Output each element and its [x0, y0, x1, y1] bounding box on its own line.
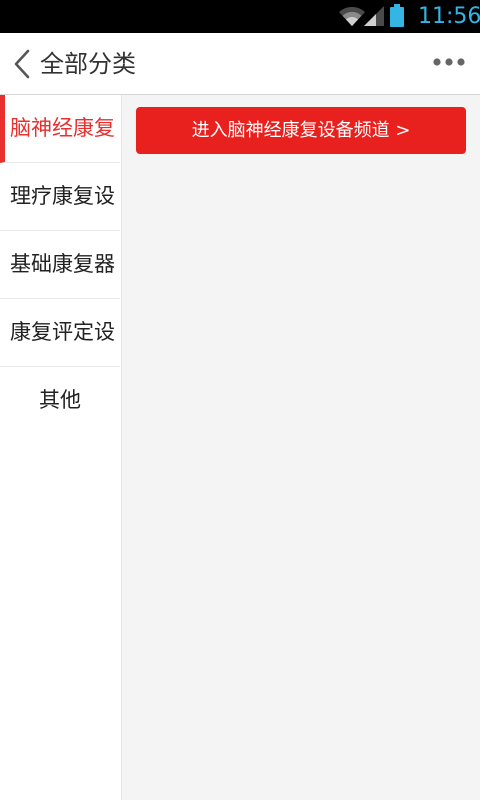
content-panel: 进入脑神经康复设备频道 > — [121, 95, 480, 800]
wifi-icon — [339, 6, 365, 27]
sidebar-item-physio-rehab[interactable]: 理疗康复设 — [0, 163, 120, 231]
status-bar: 11:56 — [0, 0, 480, 33]
sidebar-item-label: 脑神经康复 — [10, 116, 115, 140]
sidebar-item-brain-rehab[interactable]: 脑神经康复 — [0, 95, 120, 163]
more-dots-icon[interactable] — [432, 57, 466, 67]
header-bar: 全部分类 — [0, 33, 480, 95]
battery-icon — [390, 4, 404, 27]
category-sidebar: 脑神经康复 理疗康复设 基础康复器 康复评定设 其他 — [0, 95, 120, 800]
chevron-left-icon[interactable] — [12, 49, 32, 79]
sidebar-item-rehab-assessment[interactable]: 康复评定设 — [0, 299, 120, 367]
signal-icon — [364, 6, 384, 26]
status-clock: 11:56 — [418, 4, 480, 29]
enter-channel-button[interactable]: 进入脑神经康复设备频道 > — [136, 107, 466, 154]
sidebar-item-basic-rehab[interactable]: 基础康复器 — [0, 231, 120, 299]
sidebar-item-label: 康复评定设 — [10, 320, 115, 344]
page-title: 全部分类 — [40, 50, 136, 78]
sidebar-item-label: 基础康复器 — [10, 252, 115, 276]
sidebar-item-other[interactable]: 其他 — [0, 367, 120, 435]
sidebar-item-label: 其他 — [39, 388, 81, 412]
sidebar-item-label: 理疗康复设 — [10, 184, 115, 208]
